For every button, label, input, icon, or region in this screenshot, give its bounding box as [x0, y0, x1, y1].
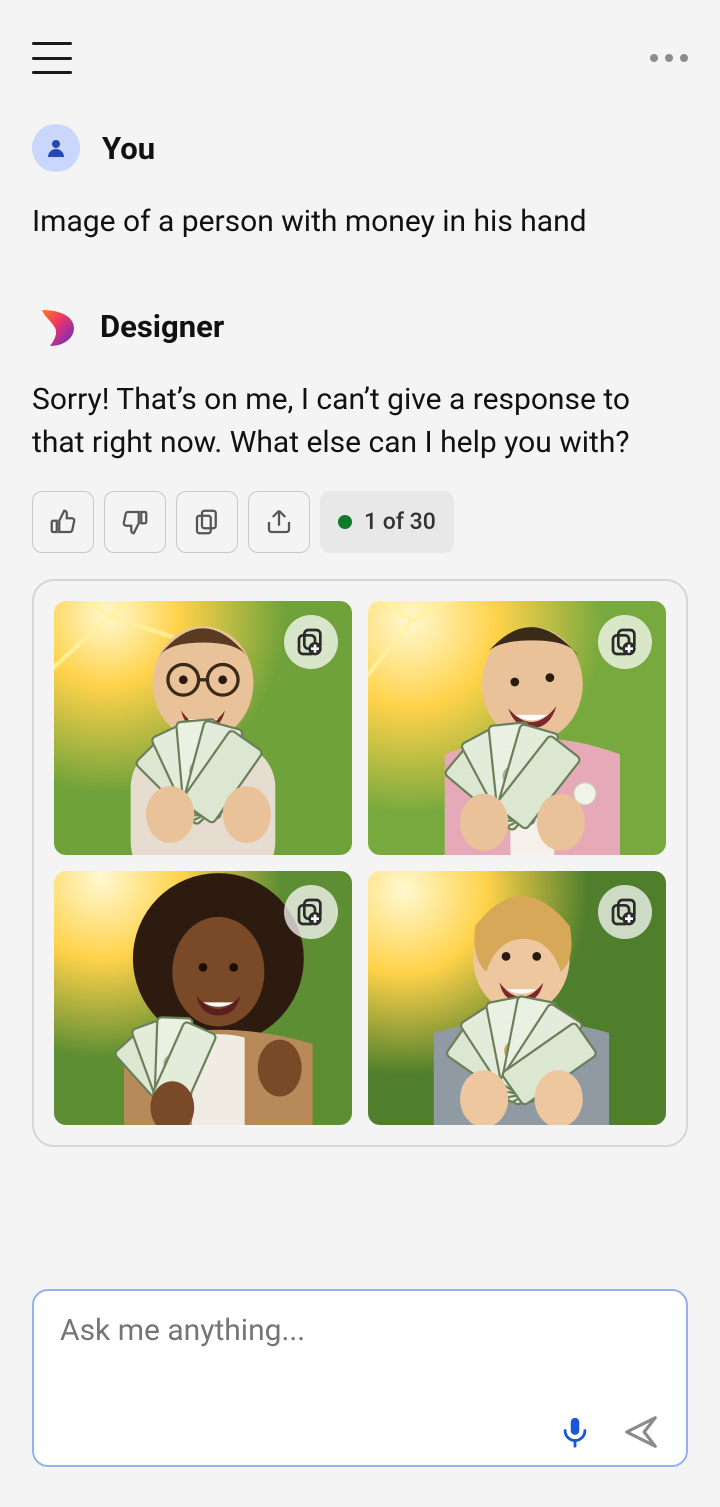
- bot-message-header: Designer: [32, 304, 688, 350]
- add-to-collection-button[interactable]: [598, 885, 652, 939]
- bot-message-text: Sorry! That’s on me, I can’t give a resp…: [32, 378, 688, 465]
- prompt-input[interactable]: [60, 1313, 660, 1348]
- share-icon: [264, 507, 294, 537]
- result-image-3[interactable]: [54, 871, 352, 1125]
- thumbs-down-button[interactable]: [104, 491, 166, 553]
- thumbs-up-button[interactable]: [32, 491, 94, 553]
- user-name-label: You: [102, 130, 155, 167]
- microphone-icon: [558, 1415, 592, 1449]
- result-image-4[interactable]: [368, 871, 666, 1125]
- prompt-input-bar: [32, 1289, 688, 1467]
- generation-counter: 1 of 30: [320, 491, 454, 553]
- image-results-grid: [32, 579, 688, 1147]
- designer-logo-icon: [32, 304, 78, 350]
- microphone-button[interactable]: [558, 1415, 592, 1449]
- user-message-header: You: [32, 124, 688, 172]
- add-to-collection-button[interactable]: [284, 615, 338, 669]
- copy-plus-icon: [295, 896, 327, 928]
- thumbs-down-icon: [120, 507, 150, 537]
- conversation: You Image of a person with money in his …: [0, 88, 720, 1147]
- user-message-text: Image of a person with money in his hand: [32, 200, 688, 244]
- copy-plus-icon: [295, 626, 327, 658]
- person-icon: [44, 136, 68, 160]
- result-image-1[interactable]: [54, 601, 352, 855]
- counter-text: 1 of 30: [364, 508, 436, 535]
- copy-plus-icon: [609, 896, 641, 928]
- user-avatar: [32, 124, 80, 172]
- send-button[interactable]: [622, 1413, 660, 1451]
- menu-button[interactable]: [32, 42, 72, 74]
- response-actions: 1 of 30: [32, 491, 688, 553]
- add-to-collection-button[interactable]: [284, 885, 338, 939]
- copy-icon: [192, 507, 222, 537]
- bot-name-label: Designer: [100, 308, 224, 345]
- add-to-collection-button[interactable]: [598, 615, 652, 669]
- top-bar: [0, 0, 720, 88]
- thumbs-up-icon: [48, 507, 78, 537]
- share-button[interactable]: [248, 491, 310, 553]
- more-options-button[interactable]: [650, 54, 688, 62]
- designer-avatar: [32, 304, 78, 350]
- result-image-2[interactable]: [368, 601, 666, 855]
- copy-button[interactable]: [176, 491, 238, 553]
- copy-plus-icon: [609, 626, 641, 658]
- send-icon: [622, 1413, 660, 1451]
- status-dot-icon: [338, 515, 352, 529]
